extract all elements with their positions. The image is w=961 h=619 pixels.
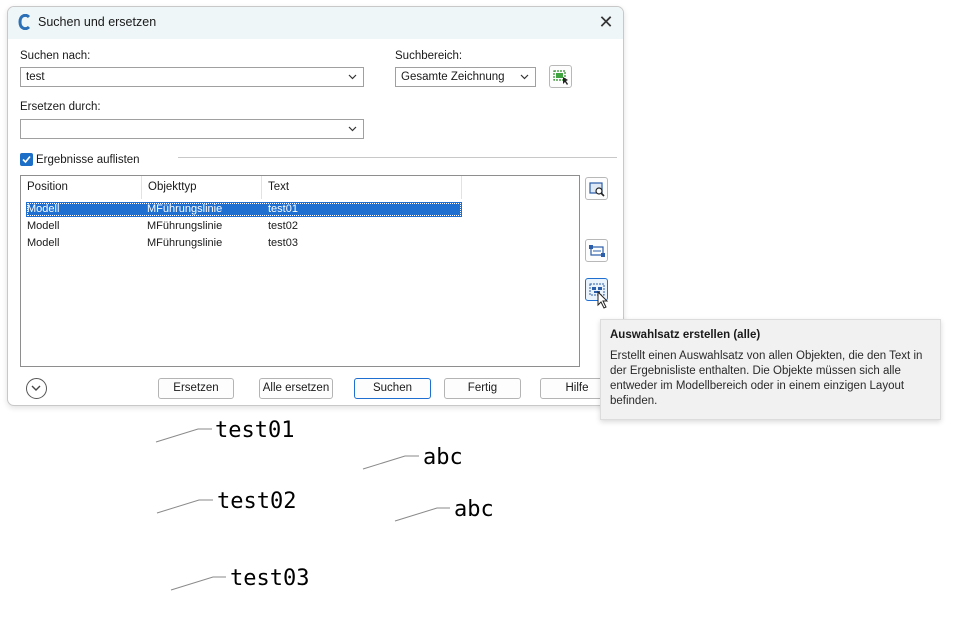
- leader-abc-1[interactable]: abc: [362, 445, 463, 470]
- cell-position: Modell: [27, 237, 60, 249]
- zoom-object-icon: [589, 182, 605, 197]
- chevron-down-icon[interactable]: [348, 72, 357, 81]
- scope-select[interactable]: Gesamte Zeichnung: [395, 67, 536, 87]
- chevron-down-icon[interactable]: [348, 124, 357, 133]
- column-header-text[interactable]: Text: [262, 176, 462, 199]
- leader-text: abc: [454, 497, 494, 522]
- cell-position: Modell: [27, 220, 60, 232]
- expand-options-button[interactable]: [26, 378, 47, 399]
- chevron-down-icon[interactable]: [520, 72, 529, 81]
- replace-all-button[interactable]: Alle ersetzen: [259, 378, 333, 399]
- list-results-checkbox[interactable]: [20, 153, 33, 166]
- column-header-type[interactable]: Objekttyp: [142, 176, 262, 199]
- select-objects-button[interactable]: [549, 65, 572, 88]
- app-logo-icon: [18, 14, 31, 30]
- list-results-label[interactable]: Ergebnisse auflisten: [36, 154, 140, 166]
- create-selection-set-button[interactable]: [585, 239, 608, 262]
- close-icon[interactable]: ✕: [597, 13, 615, 31]
- tooltip: Auswahlsatz erstellen (alle) Erstellt ei…: [600, 319, 941, 420]
- cell-type: MFührungslinie: [147, 220, 223, 232]
- leader-text: test02: [217, 489, 296, 514]
- mouse-cursor-icon: [597, 291, 609, 309]
- selection-set-icon: [589, 245, 605, 257]
- tooltip-body: Erstellt einen Auswahlsatz von allen Obj…: [610, 350, 923, 407]
- search-input[interactable]: test: [20, 67, 364, 87]
- column-header-position[interactable]: Position: [21, 176, 142, 199]
- results-list[interactable]: Position Objekttyp Text Modell MFührungs…: [20, 175, 580, 367]
- leader-text: test03: [230, 566, 309, 591]
- checkmark-icon: [22, 155, 31, 164]
- search-button[interactable]: Suchen: [354, 378, 431, 399]
- title-bar[interactable]: Suchen und ersetzen ✕: [8, 7, 623, 39]
- replace-label: Ersetzen durch:: [20, 101, 101, 113]
- leader-test03[interactable]: test03: [170, 566, 309, 591]
- cell-type: MFührungslinie: [147, 203, 223, 215]
- scope-label: Suchbereich:: [395, 50, 463, 62]
- table-row[interactable]: Modell MFührungslinie test02: [26, 219, 462, 234]
- create-selection-set-all-button[interactable]: [585, 278, 609, 309]
- leader-text: test01: [215, 418, 294, 443]
- leader-text: abc: [423, 445, 463, 470]
- leader-test01[interactable]: test01: [155, 418, 294, 443]
- tooltip-title: Auswahlsatz erstellen (alle): [610, 329, 761, 341]
- replace-button[interactable]: Ersetzen: [158, 378, 234, 399]
- dialog-title: Suchen und ersetzen: [38, 15, 157, 29]
- done-button[interactable]: Fertig: [444, 378, 521, 399]
- table-row[interactable]: Modell MFührungslinie test01: [26, 202, 462, 217]
- zoom-to-object-button[interactable]: [585, 177, 608, 200]
- cell-text: test02: [268, 220, 298, 232]
- replace-input[interactable]: [20, 119, 364, 139]
- scope-value: Gesamte Zeichnung: [401, 71, 505, 83]
- cell-type: MFührungslinie: [147, 237, 223, 249]
- chevron-down-icon: [31, 385, 41, 391]
- cell-text: test01: [268, 203, 298, 215]
- leader-abc-2[interactable]: abc: [394, 497, 494, 522]
- cell-text: test03: [268, 237, 298, 249]
- cell-position: Modell: [27, 203, 60, 215]
- table-row[interactable]: Modell MFührungslinie test03: [26, 236, 462, 251]
- select-objects-icon: [553, 70, 568, 85]
- divider: [178, 157, 617, 158]
- leader-test02[interactable]: test02: [156, 489, 296, 514]
- search-label: Suchen nach:: [20, 50, 91, 62]
- find-replace-dialog: Suchen und ersetzen ✕ Suchen nach: test …: [7, 6, 624, 406]
- search-value: test: [26, 71, 45, 83]
